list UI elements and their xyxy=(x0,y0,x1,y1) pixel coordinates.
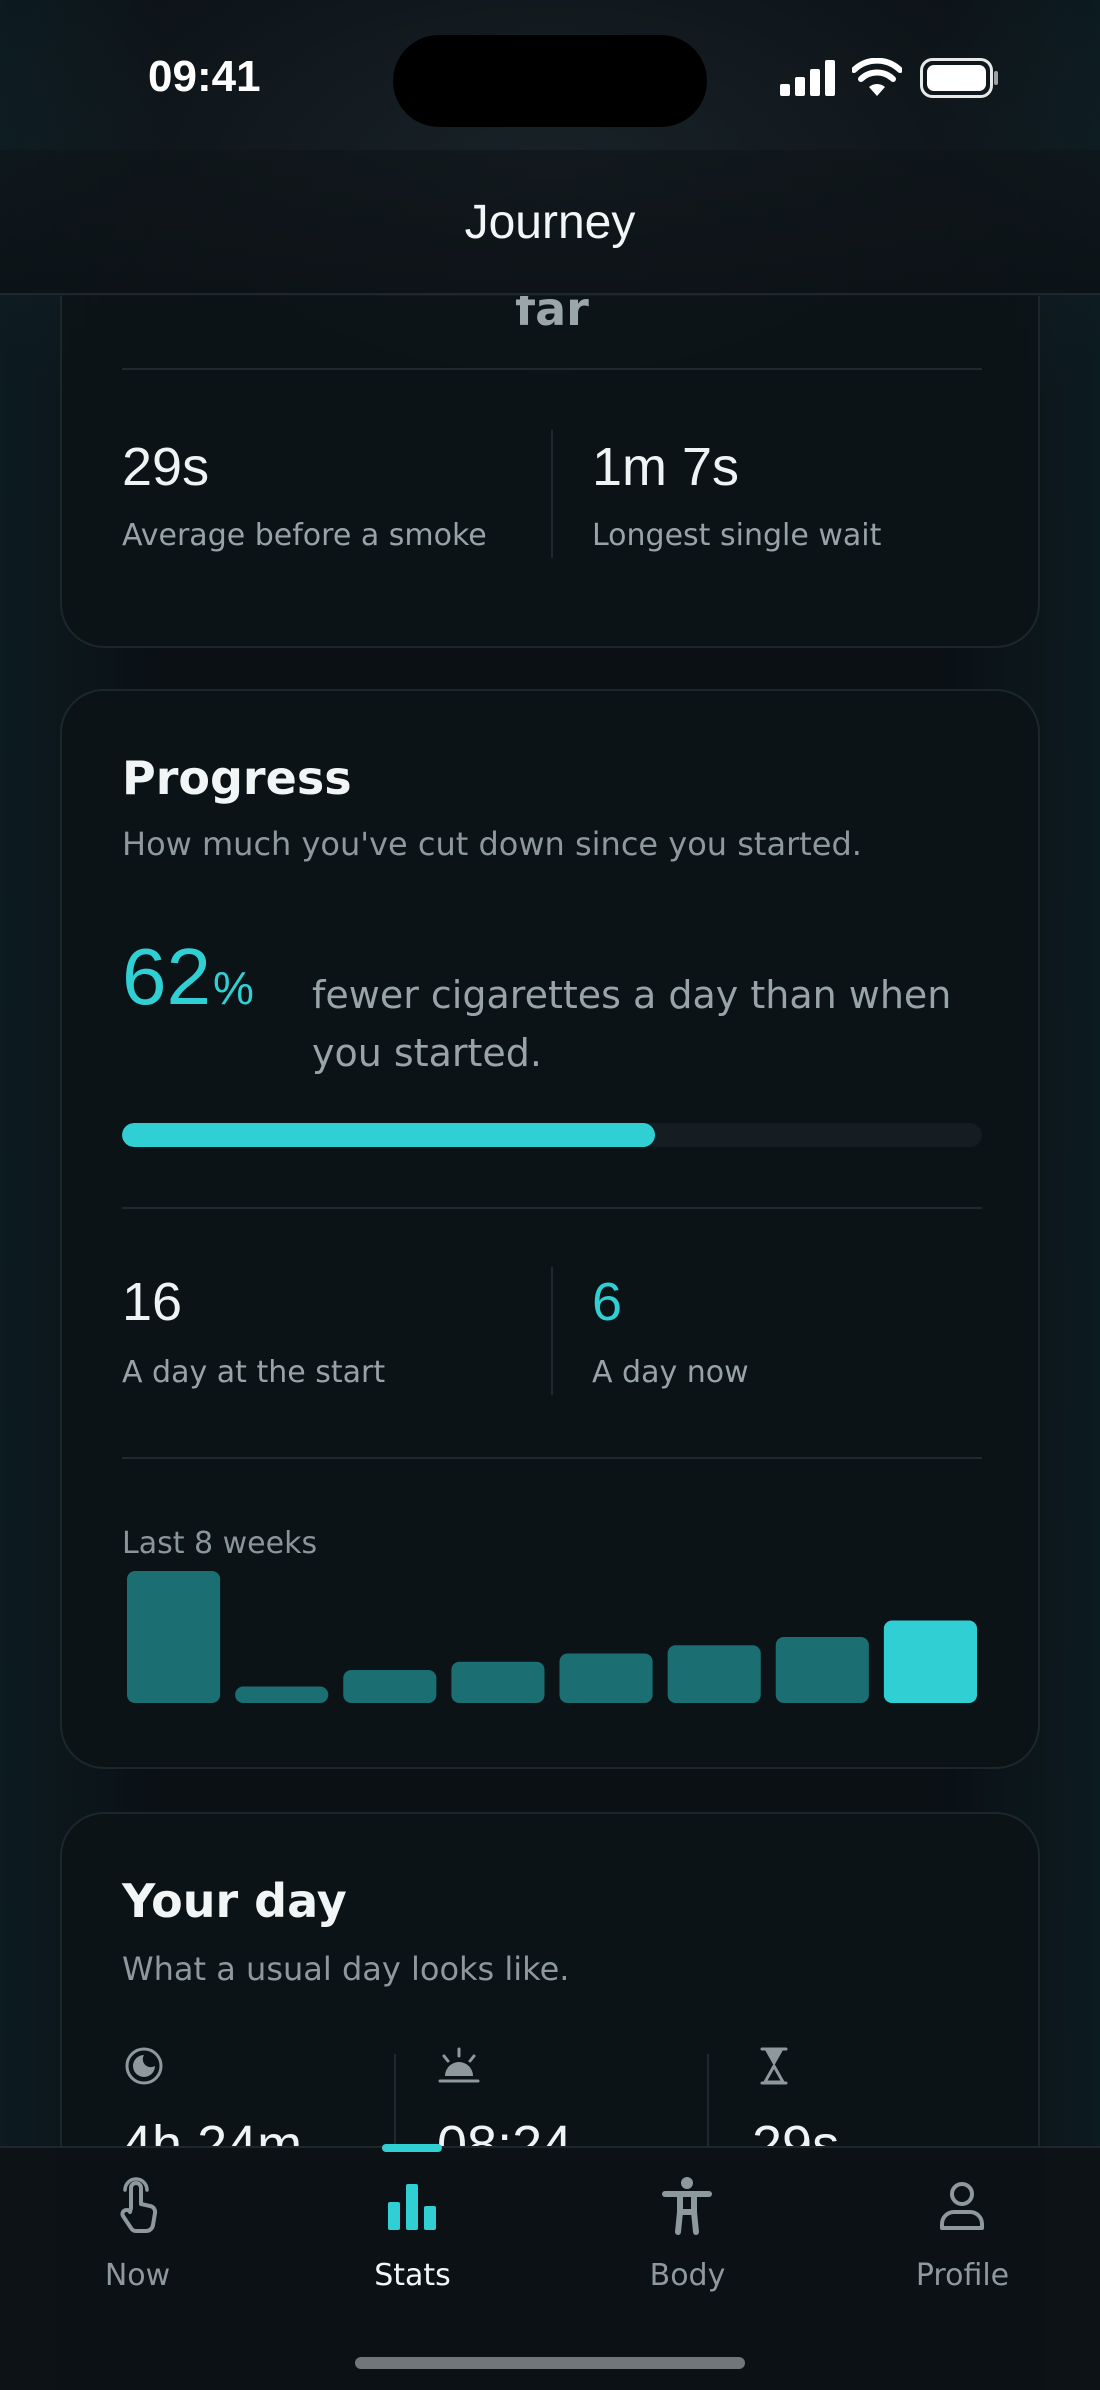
tab-now-label: Now xyxy=(104,2258,171,2293)
divider xyxy=(551,1267,553,1395)
tab-profile-label: Profile xyxy=(915,2258,1010,2293)
week-bar-6 xyxy=(667,1645,761,1703)
status-time: 09:41 xyxy=(148,52,261,101)
hand-tap-icon xyxy=(120,2177,158,2234)
longest-wait-value: 1m 7s xyxy=(592,437,740,497)
tab-body-label: Body xyxy=(649,2258,726,2293)
body-icon xyxy=(662,2177,712,2235)
bar-chart-icon xyxy=(388,2184,436,2230)
tab-now[interactable]: Now xyxy=(0,2148,275,2318)
divider xyxy=(707,2054,709,2146)
home-indicator[interactable] xyxy=(355,2357,745,2369)
wait-stats-card: far 29s Average before a smoke 1m 7s Lon… xyxy=(60,296,1040,648)
page-header: Journey xyxy=(0,150,1100,295)
percent-reduction: 62 % xyxy=(122,931,254,1023)
percent-value: 62 xyxy=(122,932,211,1021)
tab-profile[interactable]: Profile xyxy=(825,2148,1100,2318)
tab-stats[interactable]: Stats xyxy=(275,2144,550,2318)
week-bar-2 xyxy=(235,1686,329,1703)
page-title: Journey xyxy=(464,196,636,249)
start-per-day-label: A day at the start xyxy=(122,1355,386,1390)
hourglass-icon xyxy=(760,2047,788,2085)
divider xyxy=(394,2054,396,2146)
battery-icon xyxy=(920,58,998,98)
percent-description: fewer cigarettes a day than when you sta… xyxy=(312,973,952,1075)
weekly-bar-chart xyxy=(127,1571,977,1703)
divider xyxy=(551,430,553,558)
dynamic-island xyxy=(393,35,707,127)
moon-icon xyxy=(125,2047,163,2085)
your-day-card: Your day What a usual day looks like. 4h… xyxy=(60,1812,1040,2146)
percent-sign: % xyxy=(212,962,254,1014)
progress-card: Progress How much you've cut down since … xyxy=(60,689,1040,1769)
bottom-tab-bar: Now Stats Body Profile xyxy=(0,2144,1100,2390)
user-icon xyxy=(940,2182,984,2230)
start-per-day-value: 16 xyxy=(122,1272,183,1332)
cellular-signal-icon xyxy=(780,60,835,96)
now-per-day-label: A day now xyxy=(592,1355,749,1390)
your-day-subtitle: What a usual day looks like. xyxy=(122,1950,570,1988)
your-day-title: Your day xyxy=(122,1874,347,1928)
scroll-content[interactable]: far 29s Average before a smoke 1m 7s Lon… xyxy=(0,296,1100,2146)
week-bar-7 xyxy=(775,1637,869,1703)
progress-bar xyxy=(122,1123,982,1147)
average-wait-value: 29s xyxy=(122,437,210,497)
week-bar-3 xyxy=(343,1670,437,1703)
active-tab-indicator xyxy=(382,2144,442,2152)
tab-stats-label: Stats xyxy=(374,2258,451,2293)
day-value-wake: 08:24 xyxy=(437,2115,573,2146)
progress-title: Progress xyxy=(122,751,352,805)
status-bar: 09:41 xyxy=(0,0,1100,150)
week-bar-1 xyxy=(127,1571,221,1703)
longest-wait-label: Longest single wait xyxy=(592,518,882,553)
card-heading-fragment: far xyxy=(515,296,589,336)
day-value-wait: 29s xyxy=(752,2115,840,2146)
weeks-chart-label: Last 8 weeks xyxy=(122,1526,318,1561)
average-wait-label: Average before a smoke xyxy=(122,518,487,553)
week-bar-8 xyxy=(883,1620,977,1703)
day-value-sleep: 4h 24m xyxy=(122,2115,303,2146)
divider xyxy=(122,368,982,370)
divider xyxy=(122,1207,982,1209)
week-bar-5 xyxy=(559,1653,653,1703)
tab-body[interactable]: Body xyxy=(550,2148,825,2318)
sunrise-icon xyxy=(438,2047,480,2083)
divider xyxy=(122,1457,982,1459)
progress-subtitle: How much you've cut down since you start… xyxy=(122,825,862,863)
progress-bar-fill xyxy=(122,1123,656,1147)
now-per-day-value: 6 xyxy=(592,1272,623,1332)
wifi-icon xyxy=(852,58,902,96)
week-bar-4 xyxy=(451,1661,545,1703)
